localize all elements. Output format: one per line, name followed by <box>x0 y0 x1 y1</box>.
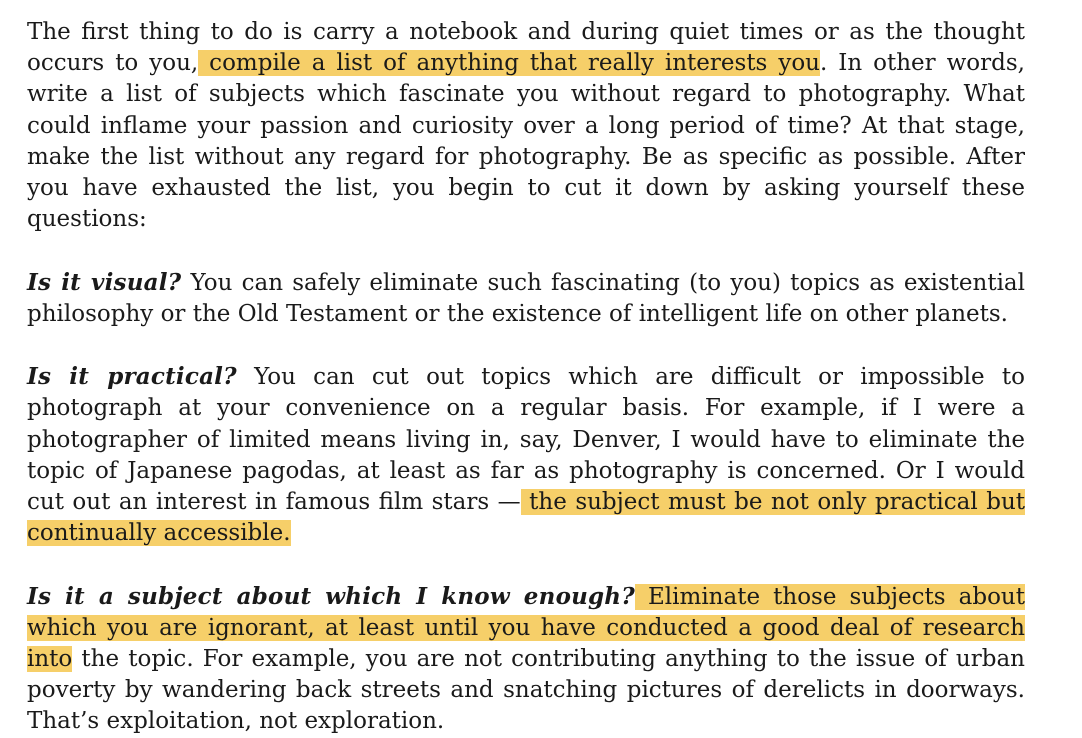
paragraph-is-it-visual: Is it visual? You can safely eliminate s… <box>27 267 1025 330</box>
paragraph-know-enough: Is it a subject about which I know enoug… <box>27 581 1025 738</box>
text-segment: . In other words, write a list of subjec… <box>27 50 1025 233</box>
question-heading: Is it practical? <box>27 363 237 391</box>
paragraph-intro: The first thing to do is carry a noteboo… <box>27 17 1025 235</box>
text-segment: the topic. For example, you are not cont… <box>27 646 1025 735</box>
document-body: The first thing to do is carry a noteboo… <box>27 17 1025 738</box>
paragraph-is-it-practical: Is it practical? You can cut out topics … <box>27 361 1025 549</box>
question-heading: Is it a subject about which I know enoug… <box>27 582 635 610</box>
highlighted-text: compile a list of anything that really i… <box>198 50 820 77</box>
question-heading: Is it visual? <box>27 268 182 296</box>
